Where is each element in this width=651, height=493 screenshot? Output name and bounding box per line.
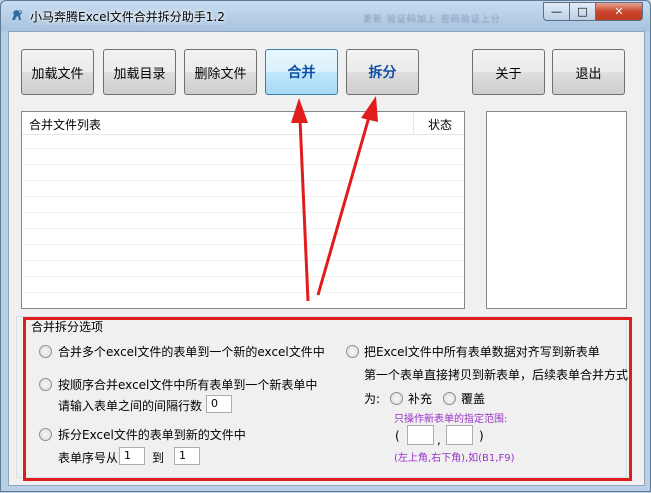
row-line bbox=[22, 228, 464, 229]
maximize-button[interactable]: □ bbox=[569, 2, 596, 21]
merge-button[interactable]: 合并 bbox=[265, 49, 338, 95]
maximize-icon: □ bbox=[577, 5, 588, 18]
window-title: 小马奔腾Excel文件合并拆分助手1.2 bbox=[30, 10, 225, 24]
split-button[interactable]: 拆分 bbox=[346, 49, 419, 95]
minimize-button[interactable]: — bbox=[543, 2, 570, 21]
delete-files-button[interactable]: 删除文件 bbox=[184, 49, 257, 95]
about-button[interactable]: 关于 bbox=[472, 49, 545, 95]
app-window: 小马奔腾Excel文件合并拆分助手1.2 更新 验证码加上 密码验证上分 — □… bbox=[0, 0, 651, 492]
blurred-caption: 更新 验证码加上 密码验证上分 bbox=[363, 15, 501, 25]
row-line bbox=[22, 196, 464, 197]
row-line bbox=[22, 276, 464, 277]
column-header-files[interactable]: 合并文件列表 bbox=[29, 116, 101, 133]
load-files-button[interactable]: 加载文件 bbox=[21, 49, 94, 95]
column-header-status[interactable]: 状态 bbox=[428, 116, 452, 133]
row-line bbox=[22, 260, 464, 261]
merge-file-list[interactable]: 合并文件列表 状态 bbox=[21, 111, 465, 309]
row-line bbox=[22, 292, 464, 293]
annotation-highlight-box bbox=[23, 317, 632, 481]
close-button[interactable]: ✕ bbox=[595, 2, 643, 21]
close-icon: ✕ bbox=[614, 5, 624, 18]
title-bar: 小马奔腾Excel文件合并拆分助手1.2 更新 验证码加上 密码验证上分 — □… bbox=[1, 1, 650, 31]
side-panel bbox=[486, 111, 627, 309]
row-line bbox=[22, 164, 464, 165]
exit-button[interactable]: 退出 bbox=[552, 49, 625, 95]
row-line bbox=[22, 212, 464, 213]
list-header: 合并文件列表 状态 bbox=[22, 112, 464, 135]
load-directory-button[interactable]: 加载目录 bbox=[103, 49, 176, 95]
column-divider[interactable] bbox=[413, 112, 414, 134]
minimize-icon: — bbox=[551, 5, 562, 18]
row-line bbox=[22, 148, 464, 149]
row-line bbox=[22, 180, 464, 181]
horse-icon bbox=[12, 10, 22, 20]
row-line bbox=[22, 244, 464, 245]
